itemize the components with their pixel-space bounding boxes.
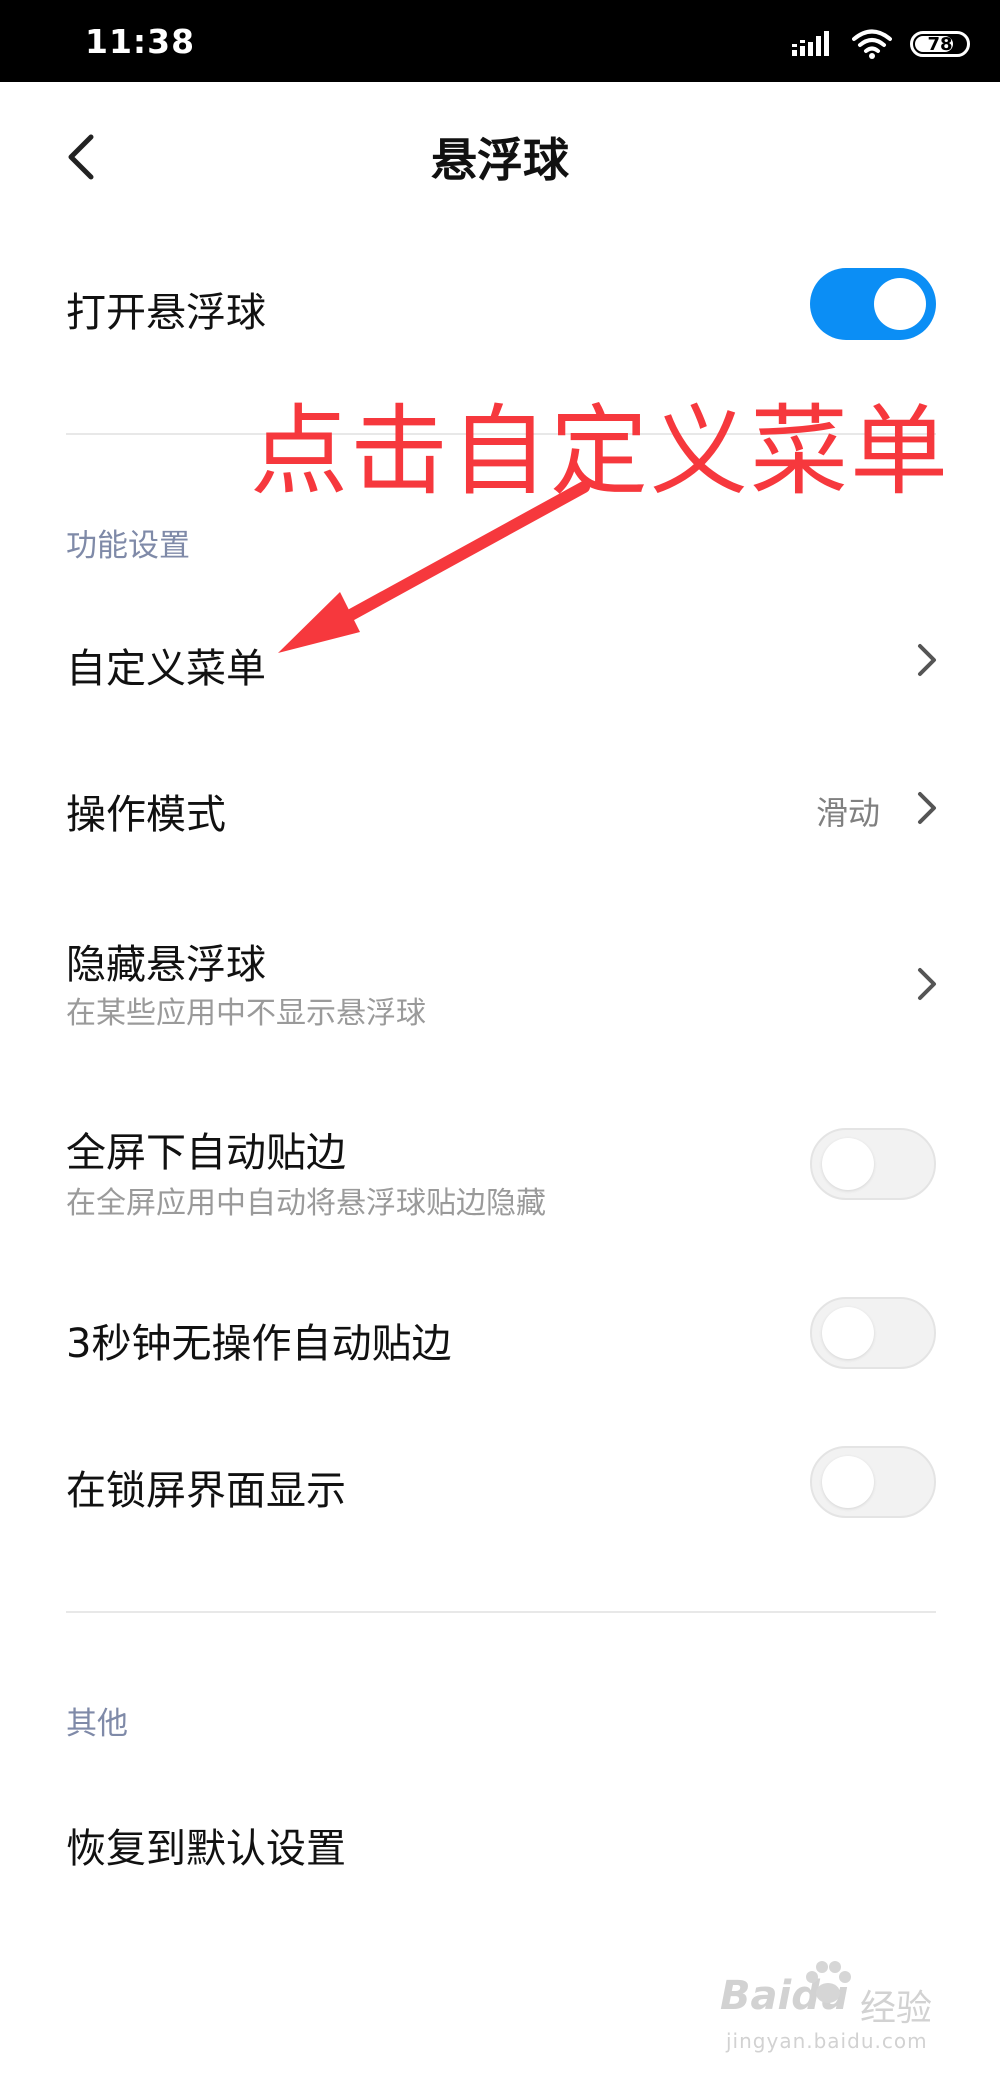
menu-item-hide-floating-ball[interactable]: 隐藏悬浮球 在某些应用中不显示悬浮球: [0, 920, 1000, 1050]
toggle-knob: [822, 1307, 874, 1359]
menu-item-operation-mode-label: 操作模式: [66, 792, 226, 838]
section-header-features: 功能设置: [66, 528, 190, 564]
menu-item-restore-defaults[interactable]: 恢复到默认设置: [0, 1800, 1000, 1900]
status-time: 11:38: [85, 22, 196, 61]
show-on-lockscreen-toggle[interactable]: [810, 1446, 936, 1518]
menu-item-fullscreen-auto-edge-subtitle: 在全屏应用中自动将悬浮球贴边隐藏: [66, 1186, 546, 1221]
toggle-knob: [822, 1138, 874, 1190]
section-header-other: 其他: [66, 1706, 128, 1742]
watermark-sub: 经验: [860, 1988, 933, 2029]
chevron-right-icon: [918, 644, 936, 676]
menu-item-hide-floating-ball-label: 隐藏悬浮球: [66, 942, 266, 988]
status-icons: 78: [790, 24, 970, 64]
toggle-knob: [822, 1456, 874, 1508]
baidu-watermark: Baidu 经验 jingyan.baidu.com: [720, 1953, 960, 2063]
signal-icon: [792, 31, 829, 56]
fullscreen-auto-edge-toggle[interactable]: [810, 1128, 936, 1200]
wifi-icon: [852, 29, 892, 59]
watermark-url: jingyan.baidu.com: [726, 2029, 928, 2053]
idle-auto-edge-toggle[interactable]: [810, 1297, 936, 1369]
menu-item-show-on-lockscreen[interactable]: 在锁屏界面显示: [0, 1444, 1000, 1544]
floating-ball-toggle[interactable]: [810, 268, 936, 340]
menu-item-fullscreen-auto-edge-label: 全屏下自动贴边: [66, 1130, 346, 1176]
menu-item-fullscreen-auto-edge[interactable]: 全屏下自动贴边 在全屏应用中自动将悬浮球贴边隐藏: [0, 1110, 1000, 1240]
floating-ball-toggle-row[interactable]: 打开悬浮球: [0, 262, 1000, 352]
menu-item-operation-mode[interactable]: 操作模式 滑动: [0, 760, 1000, 860]
menu-item-custom-menu[interactable]: 自定义菜单: [0, 610, 1000, 710]
chevron-right-icon: [918, 968, 936, 1000]
battery-level: 78: [927, 33, 953, 55]
menu-item-custom-menu-label: 自定义菜单: [66, 646, 266, 692]
menu-item-restore-defaults-label: 恢复到默认设置: [66, 1826, 346, 1872]
divider: [66, 1611, 936, 1613]
chevron-right-icon: [918, 792, 936, 824]
page-title: 悬浮球: [431, 133, 569, 187]
menu-item-hide-floating-ball-subtitle: 在某些应用中不显示悬浮球: [66, 996, 426, 1031]
annotation-text: 点击自定义菜单: [250, 395, 951, 509]
floating-ball-toggle-label: 打开悬浮球: [66, 290, 266, 336]
battery-icon: 78: [910, 31, 970, 57]
page-header: 悬浮球: [0, 82, 1000, 232]
status-bar: 11:38 78: [0, 0, 1000, 82]
menu-item-show-on-lockscreen-label: 在锁屏界面显示: [66, 1468, 346, 1514]
menu-item-idle-auto-edge-label: 3秒钟无操作自动贴边: [66, 1321, 452, 1367]
paw-icon: [806, 1961, 851, 2003]
toggle-knob: [874, 278, 926, 330]
menu-item-idle-auto-edge[interactable]: 3秒钟无操作自动贴边: [0, 1295, 1000, 1395]
operation-mode-value: 滑动: [815, 794, 880, 832]
